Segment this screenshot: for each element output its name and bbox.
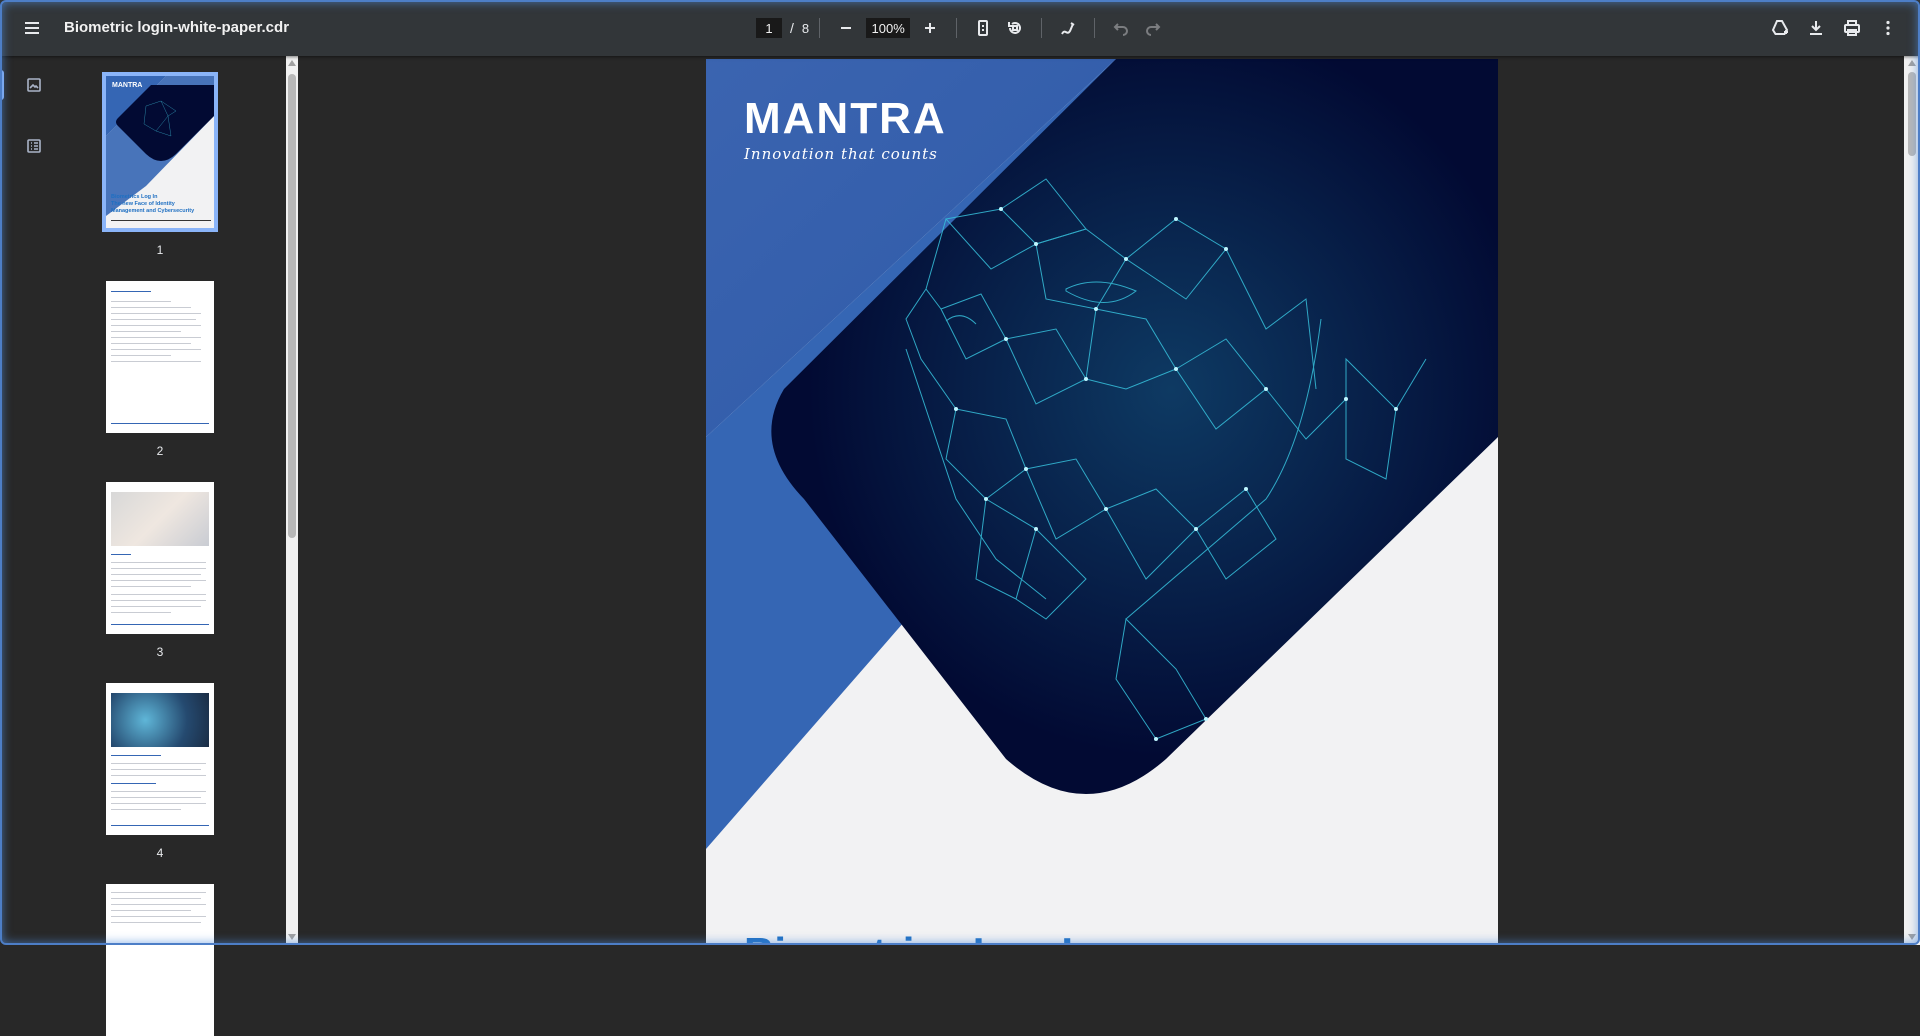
save-to-drive-button[interactable] [1764, 12, 1796, 44]
more-vertical-icon [1886, 20, 1890, 36]
thumbnail-title-line: Management and Cybersecurity [111, 208, 195, 215]
pdf-toolbar: Biometric login-white-paper.cdr / 8 [0, 0, 1920, 56]
thumbnail-title-line: Biometrics Log In [111, 194, 158, 200]
divider [819, 18, 821, 38]
thumbnail-label: 3 [156, 645, 164, 659]
divider [1094, 18, 1096, 38]
redo-button[interactable] [1137, 12, 1169, 44]
annotate-button[interactable] [1052, 12, 1084, 44]
document-title: Biometric login-white-paper.cdr [64, 19, 290, 36]
minus-icon [841, 27, 852, 29]
viewer-scrollbar-thumb[interactable] [1908, 72, 1916, 156]
pdf-page-1: MANTRA Innovation that counts Biometrics… [706, 59, 1498, 945]
zoom-out-button[interactable] [830, 12, 862, 44]
fit-page-icon [978, 20, 989, 36]
download-button[interactable] [1800, 12, 1832, 44]
zoom-in-button[interactable] [914, 12, 946, 44]
fit-page-button[interactable] [967, 12, 999, 44]
active-indicator [0, 70, 4, 100]
scroll-down-arrow-icon[interactable] [1908, 934, 1916, 940]
sidebar-nav [0, 56, 68, 945]
menu-icon[interactable] [16, 12, 48, 44]
thumbnail-page-2[interactable] [106, 281, 214, 433]
cover-illustration [706, 59, 1498, 849]
mantra-logo: MANTRA Innovation that counts [744, 94, 947, 164]
thumbnail-logo: MANTRA [112, 82, 143, 89]
sidebar: MANTRA Biometrics Log In The new Face of… [0, 56, 286, 1036]
more-options-button[interactable] [1872, 12, 1904, 44]
thumbnail-image [111, 693, 209, 747]
right-tools [1764, 12, 1904, 44]
logo-wordmark: MANTRA [744, 94, 947, 143]
sidebar-scrollbar-thumb[interactable] [288, 74, 296, 538]
thumbnail-page-5[interactable] [106, 884, 214, 1036]
thumbnails-tab[interactable] [18, 69, 50, 101]
thumbnail-label: 1 [156, 243, 164, 257]
thumbnail-page-4[interactable] [106, 683, 214, 835]
sidebar-scrollbar[interactable] [286, 56, 298, 945]
thumbnail-page-3[interactable] [106, 482, 214, 634]
rotate-icon [1008, 22, 1022, 34]
page-number-input[interactable] [756, 18, 782, 38]
thumbnail-image [111, 492, 209, 546]
viewer-scrollbar[interactable] [1904, 56, 1920, 945]
divider [956, 18, 958, 38]
scroll-down-arrow-icon[interactable] [288, 934, 296, 940]
undo-icon [1113, 23, 1129, 36]
logo-tagline: Innovation that counts [744, 145, 938, 163]
thumbnail-title-line: The new Face of Identity [111, 201, 175, 208]
document-viewer[interactable]: MANTRA Innovation that counts Biometrics… [298, 56, 1904, 945]
download-icon [1810, 21, 1822, 35]
page-controls: / 8 [756, 12, 1169, 44]
printer-icon [1844, 20, 1860, 36]
drive-add-icon [1771, 20, 1789, 35]
thumbnail-title: Biometrics Log In The new Face of Identi… [111, 194, 194, 215]
undo-button[interactable] [1105, 12, 1137, 44]
thumbnail-page-1[interactable]: MANTRA Biometrics Log In The new Face of… [102, 72, 218, 232]
outline-tab[interactable] [18, 130, 50, 162]
rotate-button[interactable] [999, 12, 1031, 44]
thumbnail-footer-line [111, 220, 211, 221]
page-separator: / [790, 20, 794, 36]
image-icon [27, 78, 41, 92]
total-pages: 8 [801, 20, 810, 36]
redo-icon [1146, 23, 1161, 36]
scroll-up-arrow-icon[interactable] [1908, 60, 1916, 66]
outline-icon [27, 139, 41, 153]
cover-title: Biometrics Log In [744, 929, 1099, 945]
divider [1041, 18, 1043, 38]
thumbnail-label: 4 [156, 846, 164, 860]
thumbnail-label: 2 [156, 444, 164, 458]
print-button[interactable] [1836, 12, 1868, 44]
zoom-input[interactable] [866, 18, 911, 38]
pen-icon [1061, 22, 1075, 35]
plus-icon [925, 23, 936, 33]
scroll-up-arrow-icon[interactable] [288, 60, 296, 66]
